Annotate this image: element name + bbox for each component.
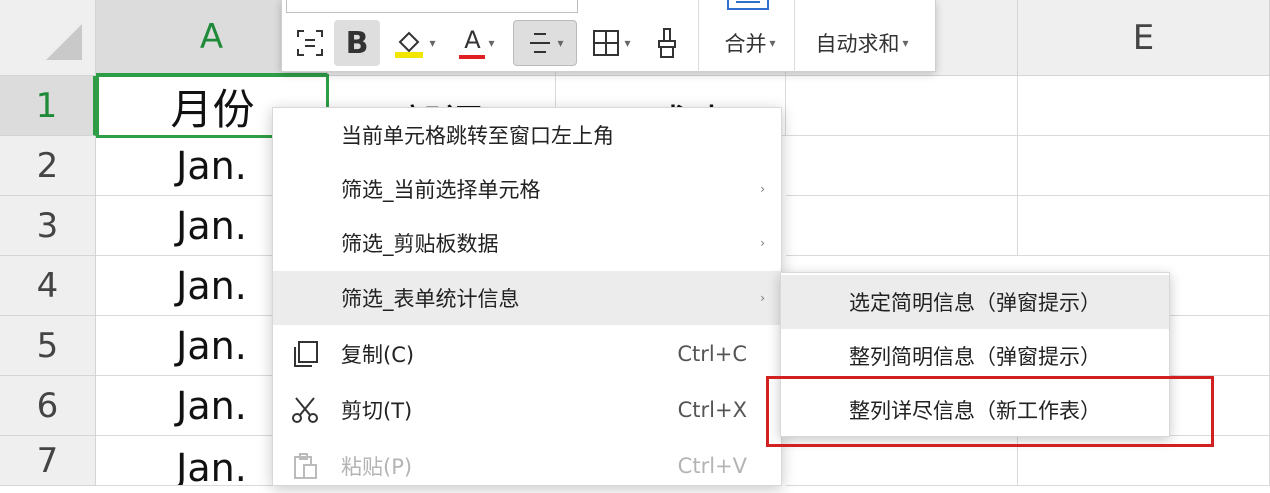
merge-button[interactable]: 合并 ▾ <box>714 20 786 66</box>
autosum-button[interactable]: 自动求和 ▾ <box>802 20 922 66</box>
menu-item-label: 筛选_剪贴板数据 <box>341 232 499 256</box>
context-menu: 当前单元格跳转至窗口左上角 筛选_当前选择单元格 › 筛选_剪贴板数据 › 筛选_表… <box>272 107 782 486</box>
cell-text: Jan. <box>176 143 247 188</box>
submenu-item-selection-brief[interactable]: 选定简明信息（弹窗提示） <box>781 275 1169 329</box>
cell-text: Jan. <box>176 323 247 368</box>
menu-item-copy[interactable]: 复制(C) Ctrl+C <box>273 327 781 381</box>
menu-item-jump-top-left[interactable]: 当前单元格跳转至窗口左上角 <box>273 108 781 162</box>
row-header-label: 1 <box>35 85 58 126</box>
menu-item-cut[interactable]: 剪切(T) Ctrl+X <box>273 383 781 437</box>
chevron-right-icon: › <box>760 291 765 305</box>
row-header-4[interactable]: 4 <box>0 256 96 316</box>
merge-label: 合并 <box>724 32 767 56</box>
fill-bucket-icon <box>395 31 424 58</box>
format-painter-icon <box>658 28 676 58</box>
menu-item-label: 复制(C) <box>341 343 415 367</box>
chevron-down-icon: ▾ <box>488 36 495 50</box>
cell-text: Jan. <box>176 383 247 428</box>
row-header-3[interactable]: 3 <box>0 196 96 256</box>
column-header-label: E <box>1132 17 1155 58</box>
chevron-right-icon: › <box>760 236 765 250</box>
merge-icon <box>727 0 769 10</box>
cell-text: 月份 <box>170 84 255 134</box>
submenu-item-column-brief[interactable]: 整列简明信息（弹窗提示） <box>781 329 1169 383</box>
row-header-1[interactable]: 1 <box>0 76 96 136</box>
select-all-triangle-icon <box>46 24 82 60</box>
submenu-item-label: 选定简明信息（弹窗提示） <box>849 291 1101 315</box>
scissors-icon <box>289 394 321 426</box>
cell-text: Jan. <box>176 203 247 248</box>
row-header-7[interactable]: 7 <box>0 436 96 486</box>
menu-item-paste: 粘贴(P) Ctrl+V <box>273 439 781 493</box>
chevron-down-icon: ▾ <box>557 36 564 50</box>
cell-d3[interactable] <box>786 196 1018 256</box>
paste-icon <box>289 450 321 482</box>
submenu-item-label: 整列简明信息（弹窗提示） <box>849 345 1101 369</box>
merge-icon-remnant <box>712 0 784 14</box>
autosum-label: 自动求和 <box>815 32 900 56</box>
row-header-2[interactable]: 2 <box>0 136 96 196</box>
menu-item-filter-clipboard[interactable]: 筛选_剪贴板数据 › <box>273 216 781 270</box>
menu-item-filter-statistics[interactable]: 筛选_表单统计信息 › <box>273 271 781 325</box>
cell-text: Jan. <box>176 263 247 308</box>
chevron-down-icon: ▾ <box>769 36 776 50</box>
borders-icon <box>593 30 620 56</box>
cell-d2[interactable] <box>786 136 1018 196</box>
select-range-icon <box>297 30 323 56</box>
row-header-label: 6 <box>36 385 59 426</box>
fill-color-button[interactable]: ▾ <box>386 20 442 66</box>
chevron-down-icon: ▾ <box>429 36 436 50</box>
select-all-corner[interactable] <box>0 0 96 76</box>
row-header-label: 7 <box>36 440 59 481</box>
column-header-e[interactable]: E <box>1018 0 1270 76</box>
row-header-label: 3 <box>36 205 59 246</box>
cell-e3[interactable] <box>1018 196 1270 256</box>
menu-item-label: 粘贴(P) <box>341 455 413 479</box>
menu-item-label: 筛选_当前选择单元格 <box>341 178 541 202</box>
format-painter-button[interactable] <box>646 20 688 66</box>
font-color-icon: A <box>459 25 486 59</box>
menu-item-label: 当前单元格跳转至窗口左上角 <box>341 124 614 148</box>
borders-button[interactable]: ▾ <box>584 20 638 66</box>
row-header-5[interactable]: 5 <box>0 316 96 376</box>
toolbar-separator <box>698 0 699 72</box>
font-color-label: A <box>464 25 481 54</box>
column-header-label: A <box>199 16 224 57</box>
row-header-label: 5 <box>36 325 59 366</box>
align-center-icon <box>530 33 551 53</box>
font-color-button[interactable]: A ▾ <box>452 20 502 66</box>
menu-item-shortcut: Ctrl+X <box>677 398 747 422</box>
bold-button[interactable]: B <box>334 20 380 66</box>
menu-item-shortcut: Ctrl+C <box>677 342 747 366</box>
menu-item-shortcut: Ctrl+V <box>677 454 747 478</box>
row-header-6[interactable]: 6 <box>0 376 96 436</box>
row-header-label: 4 <box>36 265 59 306</box>
menu-item-label: 筛选_表单统计信息 <box>341 287 520 311</box>
copy-icon <box>289 338 321 370</box>
menu-item-filter-selection[interactable]: 筛选_当前选择单元格 › <box>273 162 781 216</box>
menu-item-label: 剪切(T) <box>341 399 413 423</box>
red-highlight-annotation <box>766 376 1214 447</box>
font-selector-remnant[interactable] <box>286 0 578 13</box>
cell-e2[interactable] <box>1018 136 1270 196</box>
chevron-down-icon: ▾ <box>624 36 631 50</box>
chevron-down-icon: ▾ <box>902 36 909 50</box>
align-center-button[interactable]: ▾ <box>513 20 577 66</box>
font-color-swatch <box>459 54 486 59</box>
cell-text: Jan. <box>176 446 247 486</box>
cell-d1[interactable] <box>786 76 1018 136</box>
chevron-right-icon: › <box>760 182 765 196</box>
row-header-label: 2 <box>36 145 59 186</box>
bold-label: B <box>345 25 369 61</box>
toolbar-separator <box>794 0 795 72</box>
mini-toolbar: B ▾ A ▾ ▾ ▾ 合并 ▾ 自动求和 ▾ <box>281 0 936 72</box>
cell-format-button[interactable] <box>288 20 332 66</box>
cell-e1[interactable] <box>1018 76 1270 136</box>
